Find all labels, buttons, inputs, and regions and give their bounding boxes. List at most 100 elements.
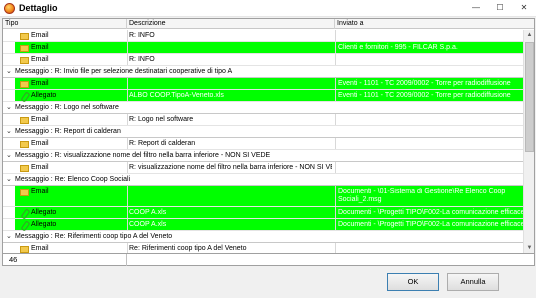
scroll-down-arrow-icon[interactable]: ▼ — [524, 243, 534, 253]
mail-icon — [20, 45, 29, 52]
cell-tipo: Email — [31, 140, 49, 147]
maximize-button[interactable]: ☐ — [491, 2, 509, 14]
cell-descrizione: R: INFO — [129, 32, 155, 39]
status-divider — [126, 254, 127, 266]
column-divider — [335, 138, 336, 149]
collapse-chevron-icon[interactable]: ⌄ — [6, 66, 12, 78]
cell-inviato: Documenti - \01-Sistema di Gestione\Re E… — [338, 188, 506, 203]
ok-button[interactable]: OK — [387, 273, 439, 291]
mail-icon — [20, 81, 29, 88]
mail-icon — [20, 57, 29, 64]
cell-inviato: Clienti e fornitori - 995 - FILCAR S.p.a… — [338, 44, 458, 51]
cell-tipo: Allegato — [31, 221, 57, 228]
vertical-scrollbar[interactable]: ▲ ▼ — [523, 30, 534, 253]
collapse-chevron-icon[interactable]: ⌄ — [6, 150, 12, 162]
app-icon — [4, 3, 15, 14]
scroll-up-arrow-icon[interactable]: ▲ — [524, 30, 534, 40]
cell-descrizione: R: visualizzazione nome del filtro nella… — [129, 164, 332, 171]
cell-inviato — [338, 114, 523, 126]
grid-rows: Email R: INFO Email Clienti e fornitori - 9… — [3, 30, 523, 253]
column-divider — [335, 219, 336, 230]
dettaglio-window: Dettaglio — ☐ ✕ Tipo Descrizione Inviato… — [0, 0, 536, 298]
column-divider — [127, 30, 128, 41]
table-row[interactable]: Email R: Logo nel software — [3, 114, 523, 126]
cell-tipo: Allegato — [31, 92, 57, 99]
column-divider — [127, 186, 128, 206]
title-bar[interactable]: Dettaglio — ☐ ✕ — [0, 0, 536, 17]
table-row[interactable]: Email R: visualizzazione nome del filtro … — [3, 162, 523, 174]
column-divider — [127, 78, 128, 89]
status-bar: 46 — [2, 253, 535, 266]
cell-inviato — [338, 54, 523, 66]
collapse-chevron-icon[interactable]: ⌄ — [6, 102, 12, 114]
message-group-row[interactable]: ⌄ Messaggio : Re: Riferimenti coop tipo A… — [3, 231, 523, 243]
message-group-label: Messaggio : R: Logo nel software — [15, 104, 119, 111]
table-row[interactable]: Email Eventi - 1101 - TC 2009/0002 - Torr… — [3, 78, 523, 90]
message-group-row[interactable]: ⌄ Messaggio : R: Logo nel software — [3, 102, 523, 114]
cell-tipo: Email — [31, 116, 49, 123]
clip-icon — [20, 93, 29, 100]
cancel-button[interactable]: Annulla — [447, 273, 499, 291]
cell-inviato — [338, 30, 523, 42]
minimize-button[interactable]: — — [467, 2, 485, 14]
collapse-chevron-icon[interactable]: ⌄ — [6, 174, 12, 186]
cell-inviato: Documenti - \Progetti TIPO\F002-La comun… — [338, 221, 523, 228]
collapse-chevron-icon[interactable]: ⌄ — [6, 126, 12, 138]
column-divider — [335, 186, 336, 206]
column-divider — [127, 219, 128, 230]
message-group-label: Messaggio : R: Invio file per selezione … — [15, 68, 233, 75]
cell-descrizione: R: Report di calderan — [129, 140, 196, 147]
column-divider — [335, 162, 336, 173]
table-row[interactable]: Allegato ALBO COOP.TipoA-Veneto.xls Eventi… — [3, 90, 523, 102]
cell-inviato — [338, 162, 523, 174]
table-row[interactable]: Email R: Report di calderan — [3, 138, 523, 150]
column-header-tipo[interactable]: Tipo — [3, 19, 127, 29]
column-header-descrizione[interactable]: Descrizione — [127, 19, 335, 29]
message-group-label: Messaggio : R: Report di calderan — [15, 128, 121, 135]
column-divider — [127, 54, 128, 65]
table-row[interactable]: Email Clienti e fornitori - 995 - FILCAR … — [3, 42, 523, 54]
cell-descrizione — [129, 78, 332, 90]
record-count: 46 — [9, 255, 18, 264]
message-group-row[interactable]: ⌄ Messaggio : R: visualizzazione nome del… — [3, 150, 523, 162]
close-button[interactable]: ✕ — [515, 2, 533, 14]
column-divider — [127, 162, 128, 173]
table-row[interactable]: Allegato COOP A.xls Documenti - \Progetti … — [3, 207, 523, 219]
column-divider — [335, 54, 336, 65]
clip-icon — [20, 222, 29, 229]
cell-inviato: Eventi - 1101 - TC 2009/0002 - Torre per… — [338, 92, 511, 99]
collapse-chevron-icon[interactable]: ⌄ — [6, 231, 12, 243]
cell-tipo: Email — [31, 56, 49, 63]
cell-descrizione: R: Logo nel software — [129, 116, 194, 123]
column-header-inviato[interactable]: Inviato a — [335, 19, 534, 29]
column-divider — [335, 78, 336, 89]
column-divider — [127, 90, 128, 101]
cell-descrizione: COOP A.xls — [129, 209, 167, 216]
mail-icon — [20, 246, 29, 253]
column-divider — [127, 42, 128, 53]
window-title: Dettaglio — [19, 3, 58, 13]
table-row[interactable]: Email Documenti - \01-Sistema di Gestione… — [3, 186, 523, 207]
message-group-row[interactable]: ⌄ Messaggio : R: Invio file per selezione… — [3, 66, 523, 78]
column-divider — [335, 42, 336, 53]
cell-tipo: Email — [31, 80, 49, 87]
scroll-thumb[interactable] — [525, 42, 534, 152]
detail-grid[interactable]: Tipo Descrizione Inviato a Email R: INFO E… — [2, 18, 535, 254]
message-group-row[interactable]: ⌄ Messaggio : Re: Elenco Coop Sociali — [3, 174, 523, 186]
message-group-label: Messaggio : R: visualizzazione nome del … — [15, 152, 271, 159]
column-divider — [127, 207, 128, 218]
message-group-label: Messaggio : Re: Elenco Coop Sociali — [15, 176, 131, 183]
cell-inviato: Eventi - 1101 - TC 2009/0002 - Torre per… — [338, 80, 511, 87]
column-divider — [335, 207, 336, 218]
cell-descrizione: ALBO COOP.TipoA-Veneto.xls — [129, 92, 224, 99]
cell-descrizione: COOP A.xls — [129, 221, 167, 228]
cell-inviato — [338, 138, 523, 150]
column-divider — [127, 114, 128, 125]
grid-header: Tipo Descrizione Inviato a — [3, 19, 534, 29]
column-divider — [335, 90, 336, 101]
table-row[interactable]: Email R: INFO — [3, 30, 523, 42]
mail-icon — [20, 117, 29, 124]
table-row[interactable]: Allegato COOP A.xls Documenti - \Progetti … — [3, 219, 523, 231]
message-group-row[interactable]: ⌄ Messaggio : R: Report di calderan — [3, 126, 523, 138]
table-row[interactable]: Email R: INFO — [3, 54, 523, 66]
